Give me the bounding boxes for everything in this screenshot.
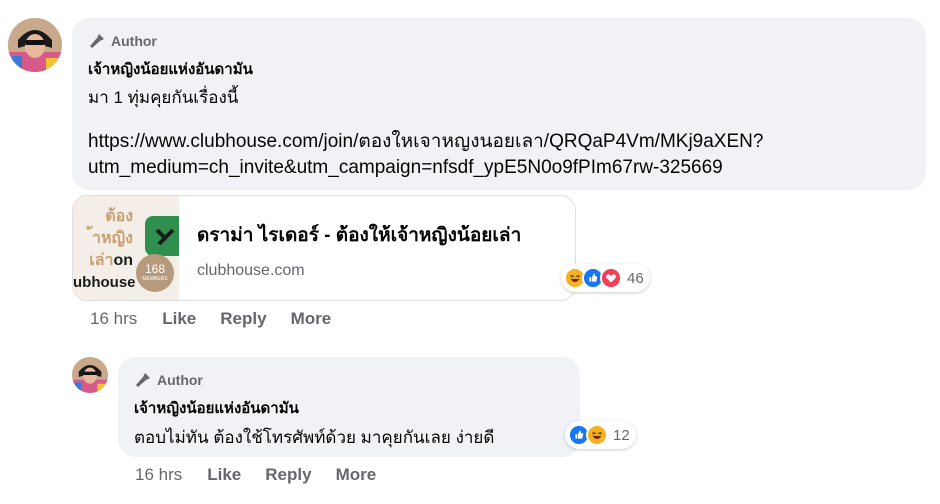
reaction-count: 12 [613,426,630,444]
avatar[interactable] [8,18,62,72]
like-button[interactable]: Like [162,309,196,329]
link-preview-title[interactable]: ดราม่า ไรเดอร์ - ต้องให้เจ้าหญิงน้อยเล่า [197,220,521,250]
comment-link-line1[interactable]: https://www.clubhouse.com/join/ตองใหเจาห… [88,129,910,155]
link-preview-domain: clubhouse.com [197,262,305,279]
comment-bubble: Author เจ้าหญิงน้อยแห่งอันดามัน มา 1 ทุ่… [72,18,926,190]
comment-text: ตอบไม่ทัน ต้องใช้โทรศัพท์ด้วย มาคุยกันเล… [134,428,495,447]
avatar[interactable] [72,357,108,393]
author-name[interactable]: เจ้าหญิงน้อยแห่งอันดามัน [134,396,564,420]
reply-button[interactable]: Reply [220,309,266,329]
thumb-member-label: MEMBERS [142,276,168,282]
comment-text: มา 1 ทุ่มคุยกันเรื่องนี้ [88,88,239,107]
author-badge: Author [134,371,564,389]
comment-actions: 16 hrs Like Reply More [135,465,400,485]
more-button[interactable]: More [291,309,332,329]
thumb-text-on: on [113,252,133,269]
author-badge-label: Author [157,372,203,388]
more-button[interactable]: More [336,465,377,485]
thumb-text-2: ้าหญิง [92,230,133,247]
thumb-text-3: เล่า [89,252,114,269]
comment-link[interactable]: https://www.clubhouse.com/join/ตองใหเจาห… [88,129,910,181]
thumb-member-badge: 168 MEMBERS [136,254,174,292]
comment-link-line2[interactable]: utm_medium=ch_invite&utm_campaign=nfsdf_… [88,155,910,181]
comment-bubble: Author เจ้าหญิงน้อยแห่งอันดามัน ตอบไม่ทั… [118,357,580,457]
like-button[interactable]: Like [207,465,241,485]
thumb-member-count: 168 [144,262,166,276]
reaction-summary[interactable]: 46 [561,264,650,292]
thumb-brand: ubhouse [73,274,136,291]
reaction-summary[interactable]: 12 [565,421,636,449]
microphone-icon [136,373,150,387]
microphone-icon [90,34,104,48]
link-preview-card[interactable]: ต้อง ้าหญิง เล่าon ubhouse 168 MEMBERS ด… [72,195,576,301]
comment-actions: 16 hrs Like Reply More [90,309,355,329]
haha-icon [586,424,608,446]
comment-time[interactable]: 16 hrs [90,309,137,329]
love-icon [600,267,622,289]
thumb-app-icon [145,216,179,256]
author-name[interactable]: เจ้าหญิงน้อยแห่งอันดามัน [88,57,910,81]
link-preview-thumbnail: ต้อง ้าหญิง เล่าon ubhouse 168 MEMBERS [73,196,179,300]
thumb-text-1: ต้อง [105,208,133,225]
author-badge-label: Author [111,33,157,49]
reply-button[interactable]: Reply [265,465,311,485]
reaction-count: 46 [627,269,644,287]
comment-time[interactable]: 16 hrs [135,465,182,485]
author-badge: Author [88,32,910,50]
